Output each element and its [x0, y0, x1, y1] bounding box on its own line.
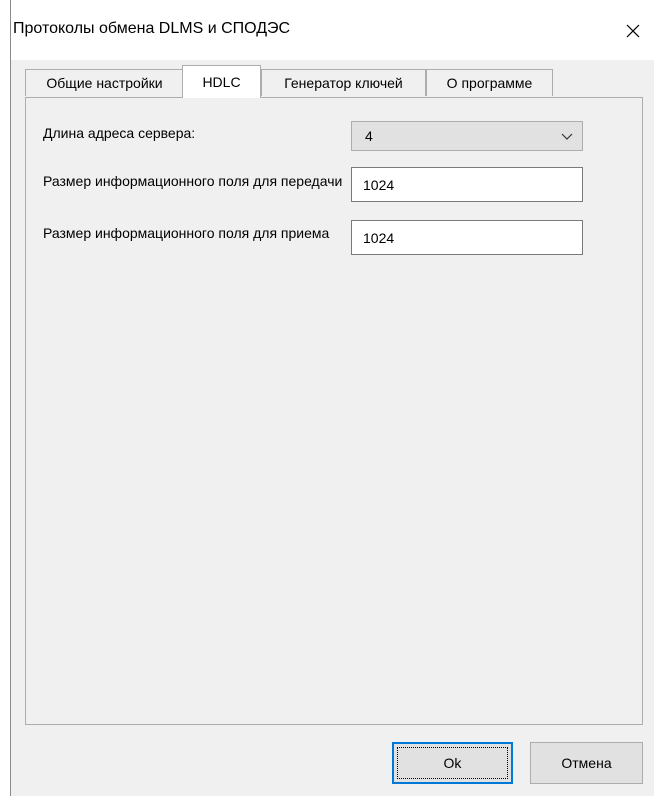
tab-label: Общие настройки — [46, 75, 163, 91]
cancel-button[interactable]: Отмена — [530, 742, 643, 784]
close-button[interactable] — [612, 8, 654, 54]
rx-info-field-input[interactable] — [351, 220, 583, 255]
focus-rectangle — [397, 747, 508, 779]
rx-info-field-label: Размер информационного поля для приема — [43, 225, 330, 241]
close-icon — [626, 24, 640, 38]
tab-about[interactable]: О программе — [426, 69, 553, 96]
tab-key-generator[interactable]: Генератор ключей — [261, 69, 426, 96]
server-address-length-value: 4 — [365, 128, 373, 144]
server-address-length-label: Длина адреса сервера: — [43, 125, 196, 141]
ok-button[interactable]: Ok — [392, 742, 513, 784]
tx-info-field-input[interactable] — [351, 167, 583, 202]
chevron-down-icon — [561, 133, 573, 140]
tab-label: HDLC — [202, 74, 241, 90]
tab-label: Генератор ключей — [284, 75, 403, 91]
server-address-length-select[interactable]: 4 — [351, 121, 583, 151]
tx-info-field-label: Размер информационного поля для передачи — [43, 173, 343, 189]
cancel-button-label: Отмена — [561, 755, 612, 771]
window-title: Протоколы обмена DLMS и СПОДЭС — [13, 20, 291, 37]
tab-hdlc[interactable]: HDLC — [182, 65, 261, 98]
tab-general-settings[interactable]: Общие настройки — [25, 69, 184, 96]
title-bar[interactable]: Протоколы обмена DLMS и СПОДЭС — [11, 0, 654, 60]
tab-label: О программе — [446, 75, 533, 91]
hdlc-panel: Длина адреса сервера: 4 Размер информаци… — [25, 97, 643, 725]
dialog-window: Протоколы обмена DLMS и СПОДЭС Общие нас… — [10, 0, 654, 796]
